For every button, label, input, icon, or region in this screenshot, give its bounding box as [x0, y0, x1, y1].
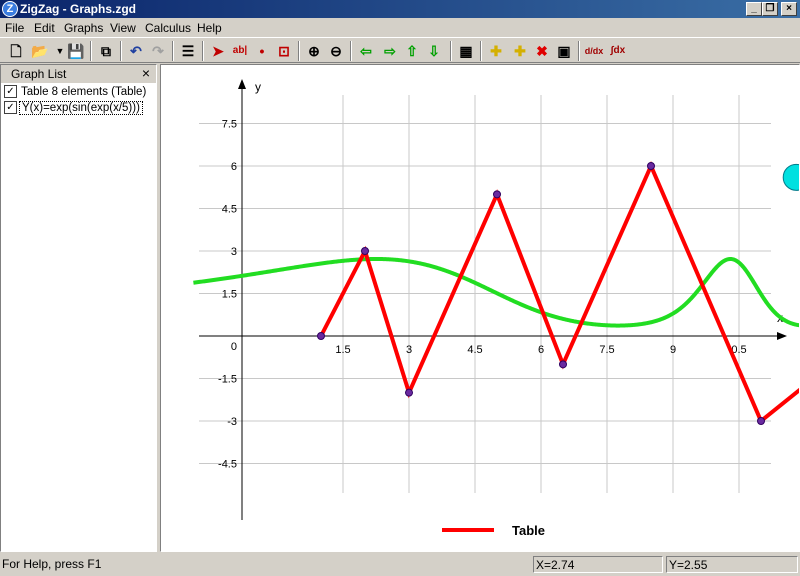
select-arrow-icon[interactable]: ➤ [208, 41, 228, 61]
y-tick-label: -4.5 [218, 459, 237, 471]
pan-down-icon[interactable]: ⇩ [424, 41, 444, 61]
x-tick-label: 6 [538, 344, 544, 356]
undo-icon[interactable]: ↶ [126, 41, 146, 61]
menu-bar: File Edit Graphs View Calculus Help [0, 18, 800, 37]
status-y-coord: Y=2.55 [666, 556, 798, 573]
new-file-icon[interactable]: 🗋 [6, 41, 26, 61]
table-point [317, 332, 325, 340]
zigzag-app-icon: Z [2, 1, 18, 17]
restore-button[interactable]: ❐ [762, 2, 778, 16]
status-x-coord: X=2.74 [533, 556, 663, 573]
table-point [559, 360, 567, 369]
toolbar-separator [202, 41, 204, 61]
x-tick-label: 9 [670, 344, 676, 356]
table-point [405, 388, 413, 397]
menu-file[interactable]: File [5, 21, 24, 35]
close-window-button[interactable]: × [781, 2, 797, 16]
toolbar: 🗋 📂 ▼ 💾 ⧉ ↶ ↷ ☰ ➤ ab| • ⊡ ⊕ ⊖ ⇦ ⇨ ⇧ ⇩ ▦ … [0, 37, 800, 63]
menu-view[interactable]: View [110, 21, 136, 35]
toolbar-separator [120, 41, 122, 61]
title-bar: Z ZigZag - Graphs.zgd _ ❐ × [0, 0, 800, 18]
zoom-out-icon[interactable]: ⊖ [326, 41, 346, 61]
y-tick-label: 6 [231, 161, 237, 173]
status-help: For Help, press F1 [2, 557, 102, 571]
derivative-icon[interactable]: d/dx [584, 41, 604, 61]
integral-icon[interactable]: ∫dx [608, 41, 628, 61]
add-point-icon[interactable]: • [252, 41, 272, 61]
graph-visible-checkbox[interactable]: ✓ [4, 85, 17, 98]
properties-icon[interactable]: ▦ [456, 41, 476, 61]
plot-area[interactable]: xy 1.534.567.590.51213.5157.564.531.50-1… [160, 64, 800, 552]
y-axis-label: y [255, 80, 261, 94]
add-table-icon[interactable]: ✚ [510, 41, 530, 61]
graph-list-item-label: Table 8 elements (Table) [21, 85, 147, 98]
delete-icon[interactable]: ✖ [532, 41, 552, 61]
graph-list-title: Graph List [11, 67, 67, 81]
graph-list-item-function[interactable]: ✓ Y(x)=exp(sin(exp(x/5))) [4, 100, 143, 116]
x-tick-label: 3 [406, 344, 412, 356]
window-title: ZigZag - Graphs.zgd [20, 2, 136, 16]
zoom-in-icon[interactable]: ⊕ [304, 41, 324, 61]
toolbar-separator [578, 41, 580, 61]
menu-help[interactable]: Help [197, 21, 222, 35]
tick-labels: 1.534.567.590.51213.5157.564.531.50-1.5-… [218, 119, 800, 471]
y-tick-label: -3 [227, 416, 237, 428]
graph-list-item-table[interactable]: ✓ Table 8 elements (Table) [4, 85, 148, 100]
graph-visible-checkbox[interactable]: ✓ [4, 101, 17, 114]
minimize-button[interactable]: _ [746, 2, 762, 16]
x-tick-label: 4.5 [467, 344, 482, 356]
table-point [757, 417, 765, 425]
menu-calculus[interactable]: Calculus [145, 21, 191, 35]
table-point [493, 190, 501, 199]
toolbar-separator [172, 41, 174, 61]
zoom-region-icon[interactable]: ⊡ [274, 41, 294, 61]
function-curve [192, 256, 800, 328]
toolbar-separator [450, 41, 452, 61]
graph-list-item-label: Y(x)=exp(sin(exp(x/5))) [19, 100, 143, 115]
y-tick-label: 1.5 [222, 289, 237, 301]
y-tick-label: -1.5 [218, 374, 237, 386]
open-folder-icon[interactable]: 📂 [30, 41, 50, 61]
pan-up-icon[interactable]: ⇧ [402, 41, 422, 61]
edit-graph-icon[interactable]: ▣ [554, 41, 574, 61]
y-axis-arrow [238, 79, 246, 89]
status-bar: For Help, press F1 X=2.74 Y=2.55 [0, 554, 800, 576]
toolbar-separator [90, 41, 92, 61]
x-tick-label: 7.5 [599, 344, 614, 356]
legend: Table [442, 523, 545, 538]
copy-icon[interactable]: ⧉ [96, 41, 116, 61]
checklist-icon[interactable]: ☰ [178, 41, 198, 61]
graph-canvas[interactable]: xy 1.534.567.590.51213.5157.564.531.50-1… [161, 65, 800, 551]
y-tick-label: 4.5 [222, 204, 237, 216]
table-point [361, 247, 369, 255]
graph-list-panel: Graph List × ✓ Table 8 elements (Table) ✓… [0, 64, 157, 552]
text-label-icon[interactable]: ab| [230, 41, 250, 61]
pan-left-icon[interactable]: ⇦ [356, 41, 376, 61]
marker-layer [782, 163, 800, 191]
x-axis-arrow [777, 332, 787, 340]
y-tick-label: 3 [231, 246, 237, 258]
menu-edit[interactable]: Edit [34, 21, 55, 35]
pan-right-icon[interactable]: ⇨ [380, 41, 400, 61]
toolbar-separator [480, 41, 482, 61]
axes: xy [199, 79, 787, 520]
cyan-circle-marker [782, 163, 800, 191]
toolbar-separator [350, 41, 352, 61]
graph-list-header: Graph List × [1, 65, 156, 83]
redo-icon[interactable]: ↷ [148, 41, 168, 61]
add-graph-icon[interactable]: ✚ [486, 41, 506, 61]
table-point [647, 162, 655, 170]
y-tick-label: 0 [231, 341, 237, 353]
y-tick-label: 7.5 [222, 119, 237, 131]
panel-close-icon[interactable]: × [142, 65, 150, 81]
x-tick-label: 1.5 [335, 344, 350, 356]
save-icon[interactable]: 💾 [66, 41, 86, 61]
legend-label: Table [512, 523, 545, 538]
toolbar-separator [298, 41, 300, 61]
menu-graphs[interactable]: Graphs [64, 21, 103, 35]
